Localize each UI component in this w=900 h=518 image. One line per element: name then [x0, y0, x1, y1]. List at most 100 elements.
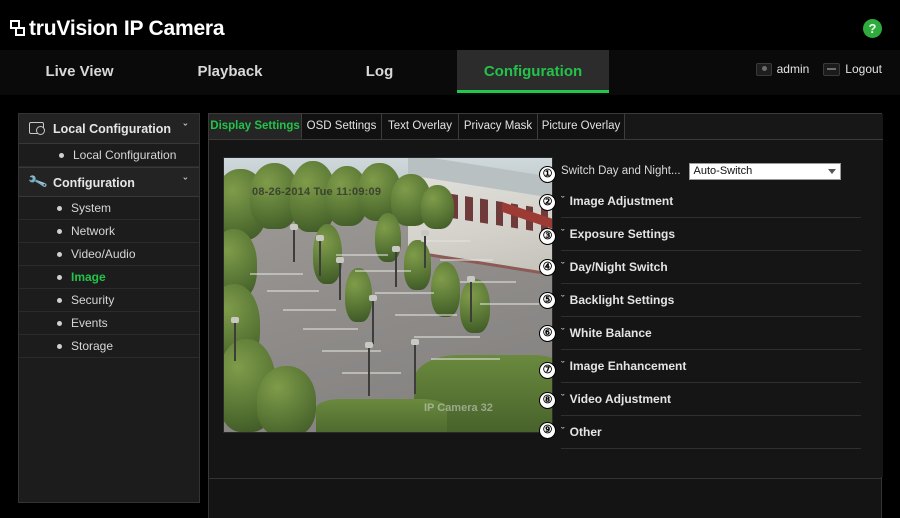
- section-label: Video Adjustment: [569, 392, 672, 406]
- callout-4: ④: [539, 259, 556, 276]
- help-icon[interactable]: ?: [863, 19, 882, 38]
- brand-prefix: truVision: [29, 17, 118, 40]
- day-night-switch-row: Switch Day and Night... Auto-Switch: [561, 157, 861, 185]
- sidebar-item-label: System: [71, 201, 112, 215]
- bullet-icon: [57, 275, 62, 280]
- sidebar-item-label: Video/Audio: [71, 247, 136, 261]
- tab-display-settings[interactable]: Display Settings: [209, 114, 302, 139]
- display-settings-list: Switch Day and Night... Auto-Switch ˇ Im…: [561, 157, 861, 449]
- tab-privacy-mask[interactable]: Privacy Mask: [459, 114, 538, 139]
- chevron-down-icon: ˇ: [561, 360, 565, 372]
- callout-8: ⑧: [539, 392, 556, 409]
- callout-7: ⑦: [539, 362, 556, 379]
- section-backlight-settings[interactable]: ˇ Backlight Settings: [561, 284, 861, 317]
- logout-button[interactable]: Logout: [823, 62, 882, 76]
- sidebar-group-configuration[interactable]: 🔧 Configuration ˇ: [19, 167, 199, 197]
- chevron-down-icon: ˇ: [561, 261, 565, 273]
- callout-3: ③: [539, 228, 556, 245]
- sidebar-item-label: Events: [71, 316, 108, 330]
- video-scene: [224, 158, 552, 432]
- day-night-switch-select[interactable]: Auto-Switch: [688, 162, 841, 180]
- sidebar-item-events[interactable]: Events: [19, 312, 199, 335]
- section-day-night-switch[interactable]: ˇ Day/Night Switch: [561, 251, 861, 284]
- sidebar-item-label: Security: [71, 293, 115, 307]
- chevron-down-icon: ˇ: [561, 426, 565, 438]
- sidebar-group-label: Configuration: [53, 176, 135, 190]
- sidebar-item-label: Storage: [71, 339, 114, 353]
- section-image-adjustment[interactable]: ˇ Image Adjustment: [561, 185, 861, 218]
- main-nav: Live View Playback Log Configuration adm…: [0, 50, 900, 95]
- bullet-icon: [59, 153, 64, 158]
- chevron-down-icon: ˇ: [561, 195, 565, 207]
- camera-config-page: truVision IP Camera ? Live View Playback …: [0, 0, 900, 518]
- bullet-icon: [57, 344, 62, 349]
- osd-camera-name: IP Camera 32: [424, 402, 493, 414]
- callout-9: ⑨: [539, 422, 556, 439]
- sidebar-item-security[interactable]: Security: [19, 289, 199, 312]
- chevron-down-icon: ˇ: [561, 294, 565, 306]
- section-exposure-settings[interactable]: ˇ Exposure Settings: [561, 218, 861, 251]
- section-other[interactable]: ˇ Other: [561, 416, 861, 449]
- nav-tab-playback[interactable]: Playback: [160, 50, 300, 93]
- sidebar-group-label: Local Configuration: [53, 122, 172, 136]
- bullet-icon: [57, 298, 62, 303]
- chevron-down-icon: ˇ: [561, 393, 565, 405]
- sidebar-item-system[interactable]: System: [19, 197, 199, 220]
- chevron-down-icon: [827, 168, 836, 174]
- current-user[interactable]: admin: [755, 62, 810, 76]
- user-name: admin: [776, 62, 810, 76]
- logout-label: Logout: [845, 62, 882, 76]
- callout-1: ①: [539, 166, 556, 183]
- nav-tab-configuration[interactable]: Configuration: [457, 50, 609, 93]
- nav-tab-log[interactable]: Log: [312, 50, 447, 93]
- bullet-icon: [57, 206, 62, 211]
- callout-6: ⑥: [539, 325, 556, 342]
- chevron-down-icon: ˇ: [183, 177, 187, 189]
- section-label: Backlight Settings: [569, 293, 675, 307]
- sidebar-item-label: Network: [71, 224, 116, 238]
- sidebar-item-local-configuration[interactable]: Local Configuration: [19, 144, 199, 167]
- brand-title: truVision IP Camera: [29, 17, 225, 40]
- callout-2: ②: [539, 194, 556, 211]
- video-preview[interactable]: 08-26-2014 Tue 11:09:09 IP Camera 32: [223, 157, 553, 433]
- sidebar-item-network[interactable]: Network: [19, 220, 199, 243]
- section-label: Image Enhancement: [569, 359, 687, 373]
- sidebar-item-storage[interactable]: Storage: [19, 335, 199, 358]
- tab-text-overlay[interactable]: Text Overlay: [382, 114, 459, 139]
- section-label: Exposure Settings: [569, 227, 676, 241]
- tab-picture-overlay[interactable]: Picture Overlay: [538, 114, 625, 139]
- tab-osd-settings[interactable]: OSD Settings: [302, 114, 382, 139]
- section-white-balance[interactable]: ˇ White Balance: [561, 317, 861, 350]
- section-label: White Balance: [569, 326, 652, 340]
- wrench-icon: 🔧: [26, 171, 49, 193]
- overlapping-squares-logo-icon: [10, 20, 28, 40]
- section-image-enhancement[interactable]: ˇ Image Enhancement: [561, 350, 861, 383]
- bullet-icon: [57, 252, 62, 257]
- footer-panel: [208, 478, 882, 518]
- section-label: Day/Night Switch: [569, 260, 668, 274]
- section-video-adjustment[interactable]: ˇ Video Adjustment: [561, 383, 861, 416]
- callout-5: ⑤: [539, 292, 556, 309]
- sidebar-item-label: Image: [71, 270, 106, 284]
- logout-icon: [823, 62, 841, 76]
- sidebar-group-local-configuration[interactable]: Local Configuration ˇ: [19, 114, 199, 144]
- sidebar-item-label: Local Configuration: [73, 148, 177, 162]
- content-tabbar: Display Settings OSD Settings Text Overl…: [209, 114, 883, 140]
- user-icon: [755, 62, 772, 76]
- brand-suffix: IP Camera: [123, 17, 225, 40]
- brand: truVision IP Camera: [10, 10, 225, 40]
- nav-tab-live-view[interactable]: Live View: [12, 50, 147, 93]
- sidebar-item-image[interactable]: Image: [19, 266, 199, 289]
- chevron-down-icon: ˇ: [561, 327, 565, 339]
- section-label: Image Adjustment: [569, 194, 674, 208]
- bullet-icon: [57, 229, 62, 234]
- section-label: Other: [569, 425, 602, 439]
- sidebar-item-video-audio[interactable]: Video/Audio: [19, 243, 199, 266]
- app-header: truVision IP Camera ?: [0, 0, 900, 50]
- day-night-switch-value: Auto-Switch: [693, 164, 753, 177]
- day-night-switch-label: Switch Day and Night...: [561, 165, 681, 177]
- osd-timestamp: 08-26-2014 Tue 11:09:09: [252, 186, 382, 198]
- user-area: admin Logout: [755, 62, 882, 76]
- monitor-gear-icon: [29, 122, 45, 135]
- chevron-down-icon: ˇ: [561, 228, 565, 240]
